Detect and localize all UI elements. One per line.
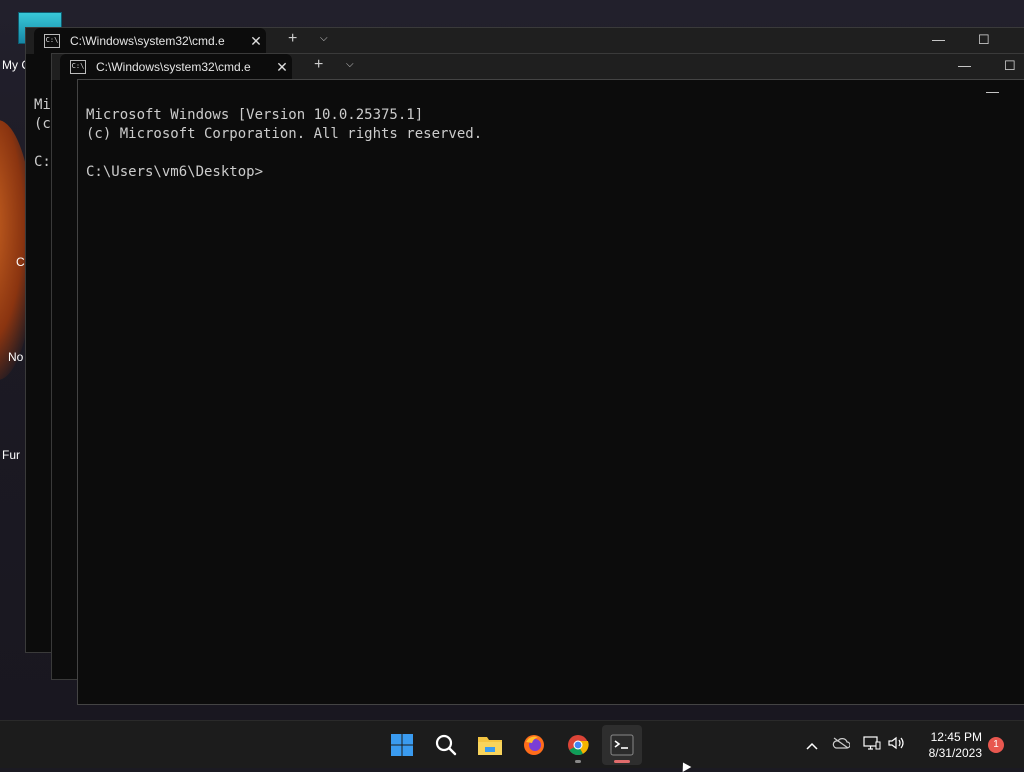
terminal-tab[interactable]: C:\ C:\Windows\system32\cmd.e ✕: [34, 28, 266, 54]
network-icon[interactable]: [858, 735, 886, 755]
cmd-icon: C:\: [70, 60, 86, 74]
active-indicator: [614, 760, 630, 763]
search-button[interactable]: [426, 725, 466, 765]
chevron-down-icon[interactable]: ⌵: [346, 59, 354, 70]
console-line: Microsoft Windows [Version 10.0.25375.1]: [86, 107, 424, 123]
chrome-icon: [568, 735, 589, 756]
clock-time: 12:45 PM: [930, 730, 982, 744]
tab-title: C:\Windows\system32\cmd.e: [70, 34, 225, 48]
search-icon: [435, 734, 457, 756]
system-tray: [800, 721, 908, 769]
chrome-button[interactable]: [558, 725, 598, 765]
terminal-button[interactable]: [602, 725, 642, 765]
console-output[interactable]: Microsoft Windows [Version 10.0.25375.1]…: [78, 102, 1024, 704]
terminal-tab[interactable]: C:\ C:\Windows\system32\cmd.e ✕: [60, 54, 292, 80]
terminal-icon: [610, 734, 634, 756]
window-titlebar[interactable]: C:\ C:\Windows\system32\cmd.e ✕ + ⌵ — ☐: [26, 28, 1024, 54]
chevron-up-icon[interactable]: [800, 737, 824, 753]
folder-icon: [478, 737, 502, 755]
firefox-button[interactable]: [514, 725, 554, 765]
console-line: (c) Microsoft Corporation. All rights re…: [86, 126, 483, 142]
file-explorer-button[interactable]: [470, 725, 510, 765]
windows-logo-icon: [391, 734, 413, 756]
new-tab-button[interactable]: +: [314, 56, 323, 74]
minimize-button[interactable]: —: [958, 58, 971, 73]
onedrive-offline-icon[interactable]: [824, 736, 858, 754]
close-tab-button[interactable]: ✕: [272, 59, 292, 76]
minimize-button[interactable]: —: [986, 84, 999, 99]
new-tab-button[interactable]: +: [288, 30, 297, 48]
firefox-icon: [524, 735, 544, 755]
chevron-down-icon[interactable]: ⌵: [320, 33, 328, 44]
notification-badge[interactable]: 1: [988, 737, 1004, 753]
running-indicator: [575, 760, 581, 763]
volume-icon[interactable]: [886, 736, 908, 755]
taskbar: 12:45 PM 8/31/2023 1: [0, 720, 1024, 768]
maximize-button[interactable]: ☐: [1004, 58, 1016, 74]
clock-date: 8/31/2023: [928, 746, 982, 760]
clock[interactable]: 12:45 PM 8/31/2023: [929, 729, 982, 761]
tab-title: C:\Windows\system32\cmd.e: [96, 60, 251, 74]
command-prompt[interactable]: C:\Users\vm6\Desktop>: [86, 163, 1024, 182]
terminal-window-front[interactable]: — Microsoft Windows [Version 10.0.25375.…: [77, 79, 1024, 705]
minimize-button[interactable]: —: [932, 32, 945, 47]
start-button[interactable]: [382, 725, 422, 765]
window-titlebar[interactable]: C:\ C:\Windows\system32\cmd.e ✕ + ⌵ — ☐: [52, 54, 1024, 80]
close-tab-button[interactable]: ✕: [246, 33, 266, 50]
maximize-button[interactable]: ☐: [978, 32, 990, 48]
cmd-icon: C:\: [44, 34, 60, 48]
